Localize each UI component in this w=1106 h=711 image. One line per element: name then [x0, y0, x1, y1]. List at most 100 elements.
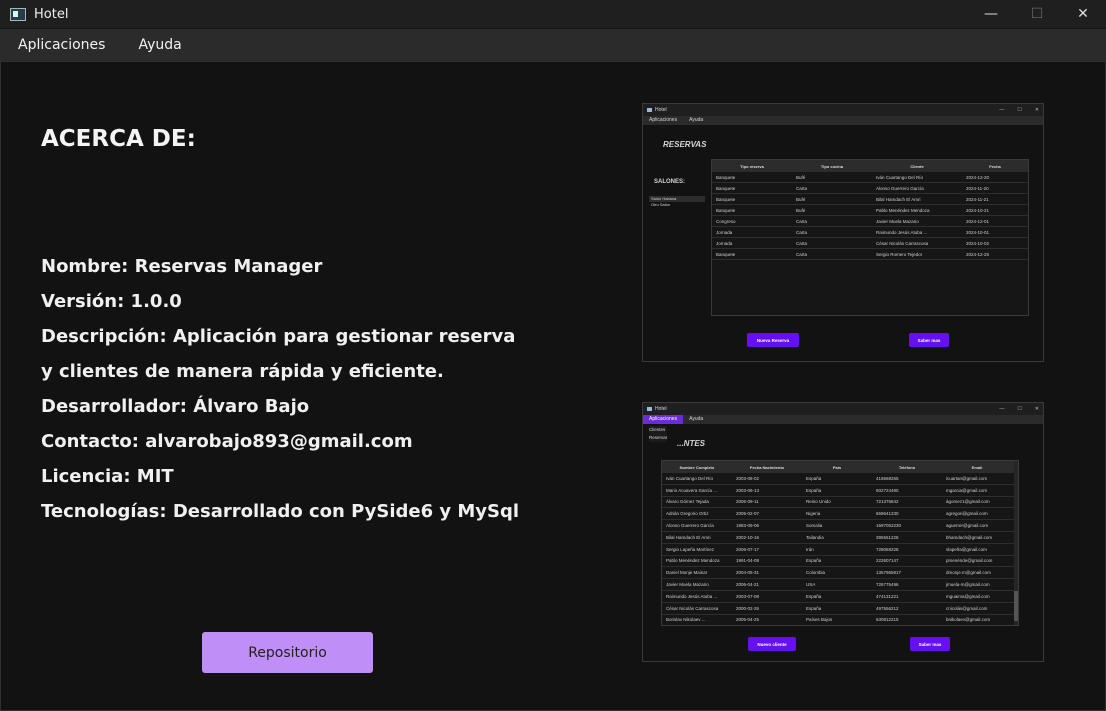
- preview-table-row: Alonso Guerrero García 1983-09-06 Somalia 1…: [662, 520, 1018, 532]
- preview-table-cell: 630812215: [876, 617, 899, 623]
- preview-table-cell: Banquete: [716, 251, 736, 257]
- preview-table-cell: jmuela-m@gmail.com: [946, 582, 990, 588]
- preview-table-cell: Bufé: [796, 207, 806, 213]
- preview-table-cell: 2002-10-16: [736, 534, 760, 540]
- preview-table-cell: 222607147: [876, 558, 899, 564]
- preview-table-row: Banquete Bufé Pablo Menéndez Mendoza 2024-1…: [712, 205, 1028, 216]
- preview-table-cell: Alonso Guerrero García: [666, 523, 714, 529]
- preview-table-cell: Banquete: [716, 174, 736, 180]
- preview-table-cell: Raimundo Jesús Atuba ...: [876, 229, 928, 235]
- page-title: ACERCA DE:: [41, 126, 196, 152]
- preview-table-cell: slapeña@gmail.com: [946, 546, 987, 552]
- preview-table-cell: Carta: [796, 218, 808, 224]
- preview-reservas-heading: RESERVAS: [663, 140, 707, 149]
- preview-table-cell: Mario Acuavera García ...: [666, 487, 718, 493]
- preview-saber-mas-button: Saber mas: [910, 637, 950, 651]
- preview-table-cell: 497556212: [876, 605, 899, 611]
- preview-table-cell: 721376842: [876, 499, 899, 505]
- minimize-button[interactable]: —: [968, 0, 1014, 28]
- preview-table-row: Banquete Carta Alonso Guerrero García 2024-…: [712, 183, 1028, 194]
- preview-table-cell: 2024-12-25: [966, 251, 990, 257]
- info-description: Descripción: Aplicación para gestionar r…: [41, 326, 516, 347]
- preview-col-header: País: [832, 464, 842, 470]
- preview-table-row: Iván Cuartango Del Río 2003-08-02 España 41…: [662, 473, 1018, 485]
- preview-table-cell: Borislav Nikolaev ...: [666, 617, 706, 623]
- preview-table-cell: Iván Cuartango Del Río: [876, 174, 924, 180]
- info-description-cont: y clientes de manera rápida y eficiente.: [41, 361, 444, 382]
- preview-scrollbar: [1014, 461, 1018, 625]
- preview-table-row: Borislav Nikolaev ... 2005-04-25 Países Ba…: [662, 615, 1018, 625]
- preview-table-row: Adrián Gregorio Ortiz 2005-02-07 Nigeria 65…: [662, 508, 1018, 521]
- preview-dropdown-item: Reservar: [649, 435, 668, 440]
- preview-table-cell: Javier Muela Mazario: [876, 218, 919, 224]
- preview-table-row: Bilal Hamdach El Amri 2002-10-16 Tailandia…: [662, 532, 1018, 544]
- title-bar: Hotel — ☐ ✕: [0, 0, 1106, 28]
- preview-table-cell: 1991-04-08: [736, 558, 760, 564]
- preview-table-cell: Sergio Lapeña Martínez: [666, 546, 715, 552]
- info-technologies: Tecnologías: Desarrollado con PySide6 y …: [41, 501, 520, 522]
- preview-table-cell: icuartan@gmail.com: [946, 475, 988, 481]
- preview-app-icon: [647, 108, 652, 112]
- preview-table-cell: 602724480: [876, 487, 899, 493]
- menu-ayuda[interactable]: Ayuda: [138, 37, 181, 53]
- preview-menu-aplicaciones: Aplicaciones: [649, 117, 678, 123]
- preview-table-cell: 2024-12-01: [966, 218, 990, 224]
- info-developer: Desarrollador: Álvaro Bajo: [41, 396, 310, 417]
- preview-table-cell: Pablo Menéndez Mendoza: [666, 558, 720, 564]
- preview-table-cell: 2024-12-20: [966, 174, 990, 180]
- preview-window-controls: — ☐ ✕: [999, 107, 1039, 113]
- preview-table-cell: Tailandia: [806, 534, 824, 540]
- preview-table-cell: Jornada: [716, 240, 733, 246]
- preview-table-cell: aguerrer@gmail.com: [946, 523, 989, 529]
- preview-table-cell: Carta: [796, 185, 808, 191]
- window-title: Hotel: [34, 6, 69, 22]
- preview-table-cell: Iván Cuartango Del Río: [666, 475, 714, 481]
- info-license: Licencia: MIT: [41, 466, 174, 487]
- preview-menu-bar: Aplicaciones Ayuda: [643, 415, 1043, 424]
- preview-menu-ayuda: Ayuda: [689, 416, 704, 422]
- preview-table-row: Raimundo Jesús Atuba ... 2003-07-08 España…: [662, 591, 1018, 603]
- preview-menu-aplicaciones: Aplicaciones: [643, 415, 684, 424]
- preview-col-header: Cliente: [910, 163, 924, 169]
- close-button[interactable]: ✕: [1060, 0, 1106, 28]
- preview-table-cell: 2003-07-08: [736, 593, 760, 599]
- preview-table-cell: Banquete: [716, 185, 736, 191]
- preview-col-header: Tipo reserva: [740, 163, 764, 169]
- preview-col-header: Fecha: [989, 163, 1001, 169]
- preview-table-cell: Bilal Hamdach El Amri: [666, 534, 711, 540]
- preview-table-cell: bnikolaev@gmail.com: [946, 617, 991, 623]
- repository-button[interactable]: Repositorio: [202, 632, 373, 673]
- preview-table-header: Tipo reserva Tipo cocina Cliente Fecha: [712, 160, 1028, 172]
- preview-table-row: Álvaro Gómez Tejada 2006-09-11 Reino Unido…: [662, 497, 1018, 509]
- preview-table-body: Banquete Bufé Iván Cuartango Del Río 2024-1…: [712, 172, 1028, 260]
- reservas-preview-image: Hotel — ☐ ✕ Aplicaciones Ayuda RESERVAS SA…: [642, 103, 1044, 362]
- preview-table-row: Pablo Menéndez Mendoza 1991-04-08 España 22…: [662, 556, 1018, 568]
- preview-salon-item: Otro Salón: [651, 202, 671, 207]
- preview-table-cell: Banquete: [716, 207, 736, 213]
- preview-table-cell: Bufé: [796, 196, 806, 202]
- preview-table-cell: pmenénde@gmail.com: [946, 558, 993, 564]
- preview-table-cell: 659641230: [876, 511, 899, 517]
- preview-table-cell: Reino Unido: [806, 499, 831, 505]
- maximize-button[interactable]: ☐: [1014, 0, 1060, 28]
- preview-dropdown-menu: Clientes Reservar: [649, 426, 668, 442]
- menu-aplicaciones[interactable]: Aplicaciones: [18, 37, 105, 53]
- preview-title-bar: Hotel — ☐ ✕: [643, 104, 1043, 116]
- preview-table-cell: USA: [806, 582, 816, 588]
- preview-table-cell: 2024-10-01: [966, 229, 990, 235]
- preview-table-cell: España: [806, 558, 822, 564]
- preview-table-header: Nombre Completo Fecha Nacimiento País Te…: [662, 461, 1018, 473]
- preview-clientes-heading: ...NTES: [677, 439, 706, 448]
- preview-table-cell: Somalia: [806, 523, 823, 529]
- preview-col-header: Email: [971, 464, 983, 470]
- preview-table-cell: 2006-07-17: [736, 546, 760, 552]
- info-name: Nombre: Reservas Manager: [41, 256, 323, 277]
- preview-app-icon: [647, 407, 652, 411]
- preview-scrollbar-thumb: [1014, 591, 1018, 621]
- preview-table-row: Banquete Bufé Iván Cuartango Del Río 2024-1…: [712, 172, 1028, 183]
- preview-table-cell: 2005-02-07: [736, 511, 760, 517]
- preview-table-cell: Raimundo Jesús Atuba ...: [666, 593, 718, 599]
- preview-table-cell: 395551228: [876, 534, 899, 540]
- preview-table-row: Congreso Carta Javier Muela Mazario 2024-12…: [712, 216, 1028, 227]
- clientes-preview-image: Hotel — ☐ ✕ Aplicaciones Ayuda Clientes Re…: [642, 402, 1044, 662]
